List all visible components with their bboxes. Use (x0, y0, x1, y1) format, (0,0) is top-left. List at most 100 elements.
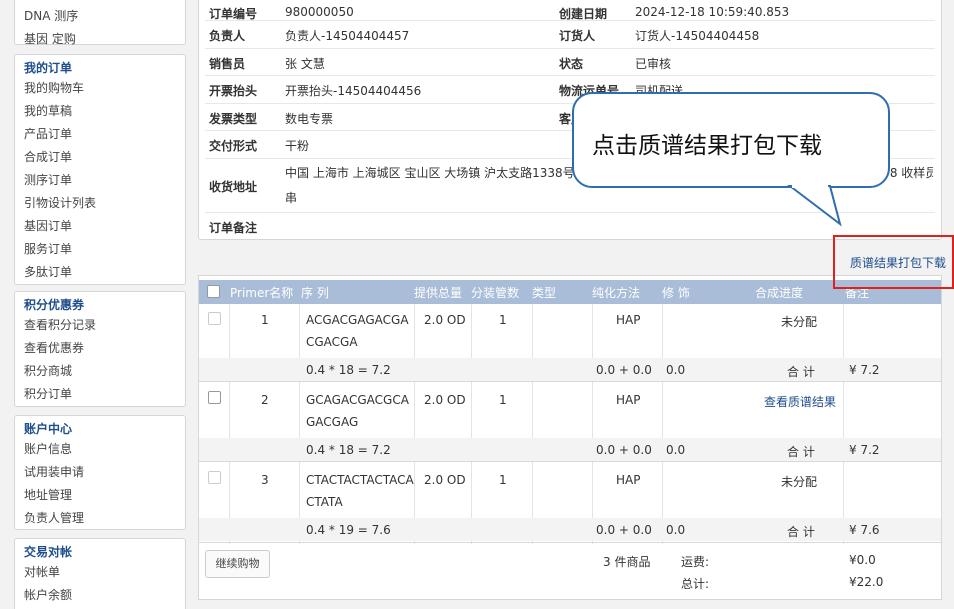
unit-calc: 0.4 * 19 = 7.6 (306, 523, 391, 537)
subtotal-row: 0.4 * 18 = 7.2 0.0 + 0.0 0.0 合 计 ¥ 7.2 (199, 438, 941, 461)
column-divider (662, 304, 663, 544)
sidebar-title-account: 账户中心 (24, 422, 73, 436)
table-header: Primer名称 序 列 提供总量 分装管数 类型 纯化方法 修 饰 合成进度 … (199, 280, 941, 304)
sidebar-item-product-orders[interactable]: 产品订单 (15, 123, 185, 146)
order-number-value: 980000050 (285, 5, 354, 19)
sidebar-item-cart[interactable]: 我的购物车 (15, 77, 185, 100)
order-info-row: 负责人 负责人-14504404457 订货人 订货人-14504404458 (205, 21, 935, 49)
row-divider (199, 461, 941, 462)
sidebar-item-points-mall[interactable]: 积分商城 (15, 360, 185, 383)
sequence-line1: GCAGACGACGCA (306, 393, 409, 407)
sidebar-item-drafts[interactable]: 我的草稿 (15, 100, 185, 123)
primer-name: 2 (261, 393, 269, 407)
shipping-label: 运费: (681, 555, 710, 569)
subtotal-label: 合 计 (787, 445, 815, 459)
primer-name: 3 (261, 473, 269, 487)
row-checkbox[interactable] (208, 391, 221, 404)
purification: HAP (616, 313, 641, 327)
sidebar-item-points-orders[interactable]: 积分订单 (15, 383, 185, 406)
header-purification: 纯化方法 (592, 286, 641, 300)
order-info-row: 订单编号 980000050 创建日期 2024-12-18 10:59:40.… (205, 0, 935, 21)
amount: 2.0 OD (424, 393, 466, 407)
order-info-row: 销售员 张 文慧 状态 已审核 (205, 49, 935, 76)
subtotal-value: ¥ 7.2 (849, 443, 880, 457)
status-value: 已审核 (635, 57, 672, 71)
owner-label: 负责人 (209, 29, 246, 43)
subtotal-value: ¥ 7.6 (849, 523, 880, 537)
column-divider (299, 304, 300, 544)
sidebar-item-points-history[interactable]: 查看积分记录 (15, 314, 185, 337)
view-mass-spec-link[interactable]: 查看质谱结果 (764, 393, 836, 410)
unit-calc: 0.4 * 18 = 7.2 (306, 443, 391, 457)
header-tubes: 分装管数 (471, 286, 520, 300)
mod-fee: 0.0 (666, 363, 686, 377)
progress: 未分配 (781, 475, 818, 489)
sidebar-item-gene-order[interactable]: 基因 定购 (15, 28, 185, 51)
tubes: 1 (499, 313, 507, 327)
sales-value: 张 文慧 (285, 57, 325, 71)
row-checkbox[interactable] (208, 471, 221, 484)
column-divider (592, 304, 593, 544)
created-date-label: 创建日期 (559, 7, 608, 21)
item-count: 3 件商品 (603, 555, 651, 569)
mod-fee: 0.0 (666, 523, 686, 537)
purify-fee: 0.0 + 0.0 (596, 443, 652, 457)
subtotal-row: 0.4 * 19 = 7.6 0.0 + 0.0 0.0 合 计 ¥ 7.6 (199, 518, 941, 541)
column-divider (229, 304, 230, 544)
sidebar-item-statement[interactable]: 对帐单 (15, 561, 185, 584)
amount: 2.0 OD (424, 313, 466, 327)
sidebar-item-service-orders[interactable]: 服务订单 (15, 238, 185, 261)
purify-fee: 0.0 + 0.0 (596, 363, 652, 377)
sidebar-item-primer-design[interactable]: 引物设计列表 (15, 192, 185, 215)
subtotal-label: 合 计 (787, 365, 815, 379)
delivery-form-value: 干粉 (285, 139, 310, 153)
continue-shopping-button[interactable]: 继续购物 (205, 550, 270, 578)
callout-bubble: 点击质谱结果打包下载 (572, 92, 890, 188)
sidebar-title-my-orders: 我的订单 (24, 61, 73, 75)
sales-label: 销售员 (209, 57, 246, 71)
tubes: 1 (499, 393, 507, 407)
sidebar-item-sequencing-orders[interactable]: 测序订单 (15, 169, 185, 192)
sidebar-group-account: 账户中心 账户信息 试用装申请 地址管理 负责人管理 (14, 415, 186, 530)
order-info-row: 订单备注 (205, 213, 935, 239)
order-number-label: 订单编号 (209, 7, 258, 21)
purify-fee: 0.0 + 0.0 (596, 523, 652, 537)
row-divider (199, 381, 941, 382)
invoice-type-value: 数电专票 (285, 112, 334, 126)
sidebar-item-address[interactable]: 地址管理 (15, 484, 185, 507)
invoice-type-label: 发票类型 (209, 112, 258, 126)
sidebar-item-balance[interactable]: 帐户余额 (15, 584, 185, 607)
mod-fee: 0.0 (666, 443, 686, 457)
sidebar-item-gene-orders[interactable]: 基因订单 (15, 215, 185, 238)
delivery-form-label: 交付形式 (209, 139, 258, 153)
invoice-title-value: 开票抬头-14504404456 (285, 84, 422, 98)
grand-total-value: ¥22.0 (849, 575, 884, 589)
orderer-label: 订货人 (559, 29, 596, 43)
purification: HAP (616, 393, 641, 407)
sidebar-group-points: 积分优惠券 查看积分记录 查看优惠券 积分商城 积分订单 (14, 291, 186, 407)
sequence-line1: CTACTACTACTACA (306, 473, 414, 487)
column-divider (843, 304, 844, 544)
address-label: 收货地址 (209, 180, 258, 194)
sidebar-item-synthesis-orders[interactable]: 合成订单 (15, 146, 185, 169)
row-divider (199, 542, 941, 543)
sidebar-item-account-info[interactable]: 账户信息 (15, 438, 185, 461)
mass-spec-download-link[interactable]: 质谱结果打包下载 (850, 254, 946, 271)
address-value-line2: 串 (285, 191, 298, 205)
select-all-checkbox[interactable] (207, 285, 220, 298)
row-checkbox[interactable] (208, 312, 221, 325)
column-divider (532, 304, 533, 544)
sidebar-item-peptide-orders[interactable]: 多肽订单 (15, 261, 185, 284)
amount: 2.0 OD (424, 473, 466, 487)
sidebar-title-billing: 交易对帐 (24, 545, 73, 559)
sidebar-item-trial-request[interactable]: 试用装申请 (15, 461, 185, 484)
sidebar-group-billing: 交易对帐 对帐单 帐户余额 (14, 538, 186, 609)
remark-label: 订单备注 (209, 221, 258, 235)
header-sequence: 序 列 (301, 286, 329, 300)
sequence-line2: GACGAG (306, 415, 359, 429)
sidebar-item-owner-management[interactable]: 负责人管理 (15, 507, 185, 530)
invoice-title-label: 开票抬头 (209, 84, 258, 98)
header-progress: 合成进度 (755, 286, 804, 300)
sidebar-item-dna-sequencing[interactable]: DNA 测序 (15, 5, 185, 28)
sidebar-item-coupons[interactable]: 查看优惠券 (15, 337, 185, 360)
